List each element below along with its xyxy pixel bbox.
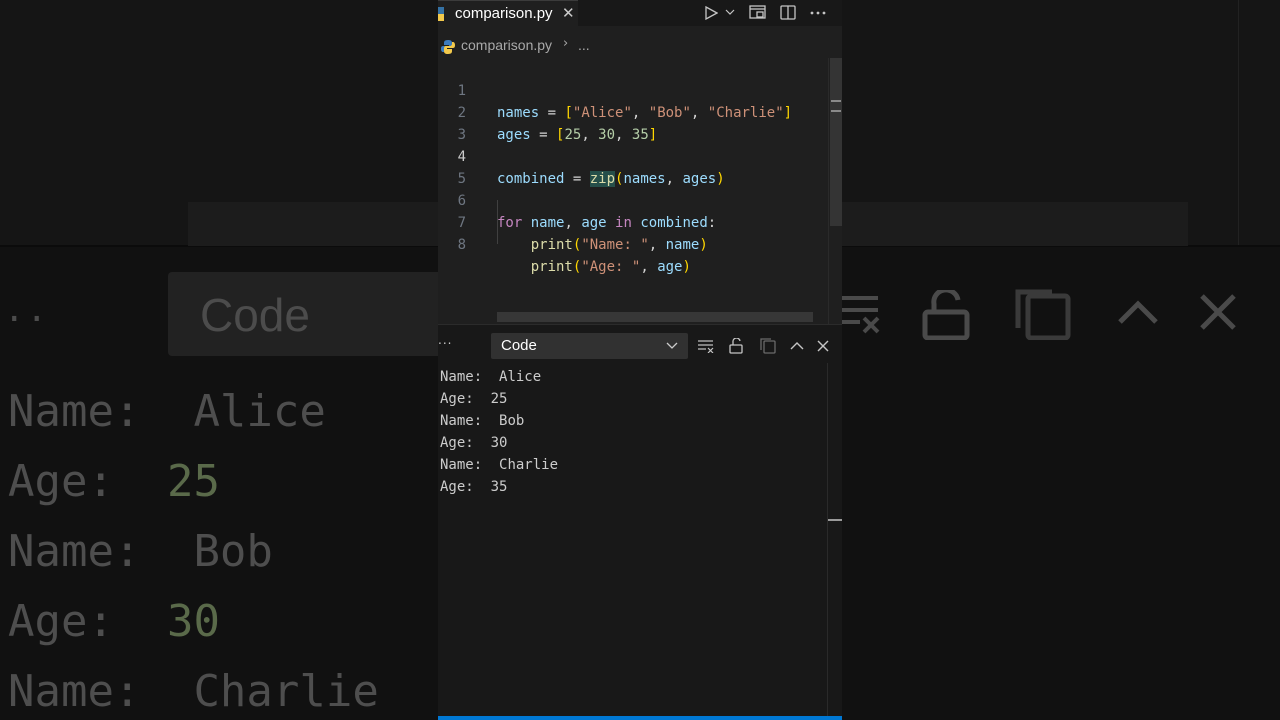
background-output-line: Name: Bob — [8, 526, 273, 577]
editor-vertical-scrollbar[interactable] — [828, 58, 842, 324]
tab-bar: comparison.py ✕ — [438, 0, 842, 26]
chevron-down-icon — [666, 342, 678, 349]
copy-icon[interactable] — [759, 338, 776, 354]
scrollbar-thumb[interactable] — [830, 58, 842, 226]
output-channel-label: Code — [501, 337, 537, 354]
code-line: 8 print("Age: ", age) — [457, 237, 691, 275]
output-scrollbar[interactable] — [827, 363, 842, 720]
code-editor[interactable]: 1 names = ["Alice", "Bob", "Charlie"] 2 … — [438, 58, 828, 324]
background-output-line: Name: Charlie — [8, 666, 379, 717]
code-line: 1 names = ["Alice", "Bob", "Charlie"] — [457, 83, 793, 121]
background-copy-icon — [1015, 289, 1071, 340]
code-line: 7 print("Name: ", name) — [457, 215, 708, 253]
status-bar — [438, 716, 842, 720]
output-line: Age: 35 — [440, 479, 508, 495]
breadcrumb-file[interactable]: comparison.py — [461, 37, 552, 53]
output-panel: ... Code Name: Alice Age: 25 Name: Bob A… — [438, 324, 842, 720]
run-dropdown-icon[interactable] — [725, 9, 735, 17]
clear-output-icon[interactable] — [698, 339, 714, 353]
output-text: Name: Alice Age: 25 Name: Bob Age: 30 Na… — [440, 366, 558, 498]
background-dots: .. — [4, 290, 49, 330]
chevron-right-icon: › — [563, 36, 569, 51]
background-close-icon — [1200, 294, 1236, 330]
background-output-line: Age: 30 — [8, 596, 220, 647]
scrollbar-marker — [828, 519, 842, 521]
breadcrumb-more[interactable]: ... — [578, 37, 590, 53]
scrollbar-cursor-marker — [831, 100, 841, 112]
python-icon — [438, 7, 444, 21]
code-line: 3 — [457, 127, 466, 143]
tab-comparison-py[interactable]: comparison.py ✕ — [438, 0, 578, 26]
background-output-line: Name: Alice — [8, 386, 326, 437]
code-line: 5 — [457, 171, 466, 187]
tab-label: comparison.py — [455, 5, 553, 22]
maximize-panel-icon[interactable] — [790, 341, 804, 350]
background-divider — [1238, 0, 1239, 245]
output-line: Age: 25 — [440, 391, 508, 407]
output-line: Name: Bob — [440, 413, 525, 429]
breadcrumb: comparison.py › ... — [438, 36, 842, 56]
background-dropdown-label: Code — [200, 289, 310, 341]
panel-more-icon[interactable]: ... — [438, 333, 452, 347]
background-output-line: Age: 25 — [8, 456, 220, 507]
output-channel-select[interactable]: Code — [491, 333, 688, 359]
run-icon[interactable] — [704, 6, 718, 20]
open-preview-icon[interactable] — [749, 5, 766, 20]
lock-scroll-icon[interactable] — [729, 338, 743, 354]
code-line: 2 ages = [25, 30, 35] — [457, 105, 658, 143]
background-chevron-up-icon — [1118, 300, 1158, 324]
code-line: 6 for name, age in combined: — [457, 193, 717, 231]
close-icon[interactable]: ✕ — [562, 4, 575, 22]
close-panel-icon[interactable] — [817, 340, 829, 352]
python-icon — [441, 40, 455, 54]
split-editor-icon[interactable] — [780, 5, 796, 20]
editor-horizontal-scrollbar[interactable] — [497, 312, 813, 322]
background-clear-icon — [842, 296, 880, 334]
background-lock-icon — [922, 290, 970, 340]
output-line: Name: Alice — [440, 369, 542, 385]
vscode-window: comparison.py ✕ comparison.py › ... 1 na… — [438, 0, 842, 720]
output-line: Age: 30 — [440, 435, 508, 451]
code-line-active: 4 combined = zip(names, ages) — [457, 149, 725, 187]
output-line: Name: Charlie — [440, 457, 559, 473]
more-actions-icon[interactable] — [810, 11, 826, 15]
